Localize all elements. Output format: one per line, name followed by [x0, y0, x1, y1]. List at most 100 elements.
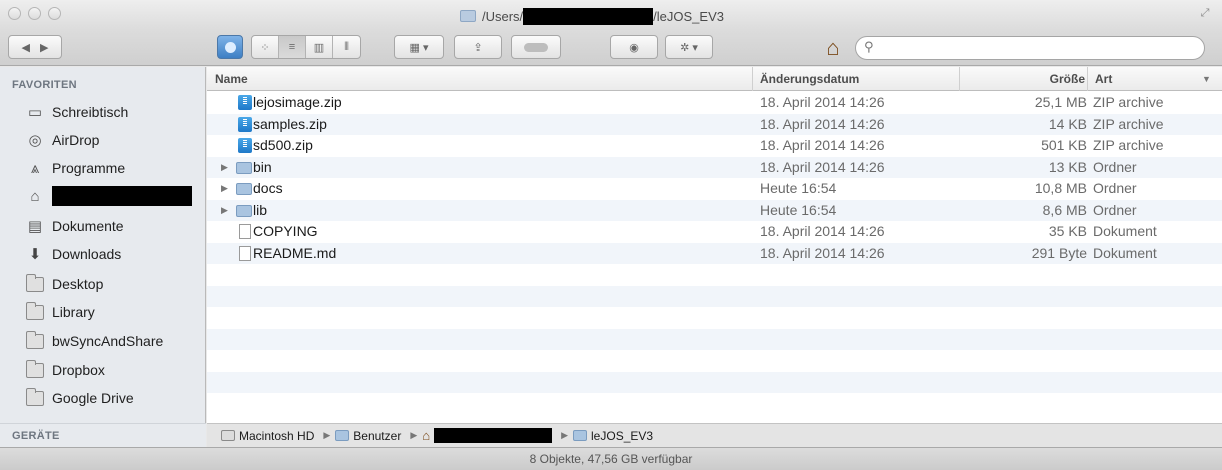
disclosure-triangle-icon[interactable]: ▶ [221, 205, 228, 216]
column-date[interactable]: Änderungsdatum [760, 72, 859, 86]
path-label: Benutzer [353, 428, 402, 443]
sidebar-item-downloads[interactable]: ⬇ Downloads [26, 242, 204, 266]
file-kind: Dokument [1093, 223, 1157, 239]
table-row[interactable]: ▶ bin 18. April 2014 14:26 13 KB Ordner [207, 156, 1222, 178]
airdrop-icon: ◎ [28, 131, 42, 149]
file-date: 18. April 2014 14:26 [760, 115, 885, 132]
table-row[interactable]: ▶ docs Heute 16:54 10,8 MB Ordner [207, 178, 1222, 200]
tag-icon [524, 42, 548, 52]
file-size: 35 KB [1048, 223, 1087, 239]
file-rows: lejosimage.zip 18. April 2014 14:26 25,1… [207, 92, 1222, 415]
search-icon: ⚲ [864, 39, 874, 54]
toolbar: ◀ ▶ ⁘ ≡ ▥ ⦀ ▦ ▾ ⇪ ◉ ✲ ▾ ⌂ ⚲ [0, 30, 1222, 66]
column-name[interactable]: Name [215, 72, 248, 86]
sidebar-item-google-drive[interactable]: Google Drive [26, 386, 204, 410]
finder-window: /Users/ /leJOS_EV3 ⤢ ◀ ▶ ⁘ ≡ ▥ ⦀ ▦ ▾ ⇪ ◉… [0, 0, 1222, 470]
empty-row [207, 307, 1222, 329]
minimize-button[interactable] [28, 7, 41, 20]
users-folder-icon [335, 430, 350, 441]
table-row[interactable]: lejosimage.zip 18. April 2014 14:26 25,1… [207, 92, 1222, 114]
file-name: sd500.zip [253, 137, 313, 153]
file-name: lejosimage.zip [253, 94, 342, 110]
empty-row [207, 264, 1222, 286]
file-size: 8,6 MB [1042, 201, 1087, 218]
file-size: 501 KB [1041, 137, 1087, 153]
title-suffix: /leJOS_EV3 [653, 8, 724, 24]
file-kind: ZIP archive [1093, 115, 1164, 132]
close-button[interactable] [8, 7, 21, 20]
share-button[interactable]: ⇪ [454, 35, 502, 59]
sidebar-item-label: Schreibtisch [52, 104, 129, 120]
home-icon: ⌂ [422, 428, 431, 443]
tag-button[interactable] [511, 35, 561, 59]
file-size: 25,1 MB [1034, 94, 1087, 110]
camera-icon[interactable] [217, 35, 243, 59]
folder-icon [573, 430, 588, 441]
sidebar-item-library[interactable]: Library [26, 300, 204, 324]
sidebar: FAVORITEN ▭ Schreibtisch ◎ AirDrop ⩓ Pro… [0, 67, 206, 450]
sidebar-item-home[interactable]: ⌂ [26, 184, 204, 208]
status-bar: 8 Objekte, 47,56 GB verfügbar [0, 447, 1222, 470]
file-name: bin [253, 158, 272, 175]
column-divider[interactable] [959, 67, 960, 91]
downloads-icon: ⬇ [28, 245, 42, 263]
disclosure-triangle-icon[interactable]: ▶ [221, 162, 228, 173]
file-name: README.md [253, 244, 337, 261]
path-label: Macintosh HD [239, 428, 315, 443]
home-icon[interactable]: ⌂ [818, 34, 848, 62]
sidebar-item-desktop[interactable]: Desktop [26, 272, 204, 296]
table-row[interactable]: sd500.zip 18. April 2014 14:26 501 KB ZI… [207, 135, 1222, 157]
column-view-icon[interactable]: ▥ [306, 36, 333, 58]
favorites-header: FAVORITEN [12, 79, 77, 91]
search-input[interactable]: ⚲ [855, 36, 1205, 60]
forward-icon[interactable]: ▶ [40, 41, 48, 54]
path-segment-current[interactable]: leJOS_EV3 [573, 429, 653, 443]
window-title: /Users/ /leJOS_EV3 [460, 7, 780, 25]
table-row[interactable]: COPYING 18. April 2014 14:26 35 KB Dokum… [207, 221, 1222, 243]
table-row[interactable]: ▶ lib Heute 16:54 8,6 MB Ordner [207, 199, 1222, 221]
file-list: Name Änderungsdatum Größe Art ▼ lejosima… [207, 67, 1222, 423]
folder-icon [236, 161, 252, 174]
sidebar-item-label: Library [52, 304, 95, 320]
column-header: Name Änderungsdatum Größe Art ▼ [207, 67, 1222, 91]
zoom-button[interactable] [48, 7, 61, 20]
table-row[interactable]: README.md 18. April 2014 14:26 291 Byte … [207, 242, 1222, 264]
sidebar-item-dokumente[interactable]: ▤ Dokumente [26, 214, 204, 238]
file-size: 291 Byte [1031, 244, 1087, 261]
back-icon[interactable]: ◀ [22, 41, 30, 54]
hard-disk-icon [221, 430, 235, 441]
redacted-username [52, 186, 192, 206]
sidebar-item-dropbox[interactable]: Dropbox [26, 358, 204, 382]
column-size[interactable]: Größe [967, 72, 1085, 86]
file-size: 13 KB [1048, 158, 1087, 175]
list-view-icon[interactable]: ≡ [279, 36, 306, 58]
column-kind[interactable]: Art [1095, 72, 1112, 86]
zip-file-icon [238, 95, 252, 110]
path-segment-disk[interactable]: Macintosh HD [221, 429, 314, 443]
sidebar-item-label: Downloads [52, 246, 122, 262]
action-button[interactable]: ✲ ▾ [665, 35, 713, 59]
sidebar-item-schreibtisch[interactable]: ▭ Schreibtisch [26, 100, 204, 124]
path-segment-users[interactable]: Benutzer [335, 429, 401, 443]
disclosure-triangle-icon[interactable]: ▶ [221, 183, 228, 194]
fullscreen-icon[interactable]: ⤢ [1198, 6, 1212, 20]
file-kind: ZIP archive [1093, 94, 1164, 110]
icon-view-icon[interactable]: ⁘ [252, 36, 279, 58]
folder-icon [236, 204, 252, 217]
column-divider[interactable] [752, 67, 753, 91]
sidebar-item-airdrop[interactable]: ◎ AirDrop [26, 128, 204, 152]
sidebar-item-programme[interactable]: ⩓ Programme [26, 156, 204, 180]
sort-chevron-icon[interactable]: ▼ [1202, 74, 1211, 84]
file-name: samples.zip [253, 115, 327, 132]
documents-icon: ▤ [27, 217, 43, 235]
column-divider[interactable] [1087, 67, 1088, 91]
sidebar-item-label: Google Drive [52, 390, 134, 406]
arrange-icon: ▦ ▾ [409, 41, 429, 54]
path-segment-home[interactable]: ⌂ [422, 428, 553, 443]
file-kind: Ordner [1093, 201, 1137, 218]
sidebar-item-bwsyncandshare[interactable]: bwSyncAndShare [26, 329, 204, 353]
coverflow-view-icon[interactable]: ⦀ [333, 36, 360, 58]
quicklook-button[interactable]: ◉ [610, 35, 658, 59]
table-row[interactable]: samples.zip 18. April 2014 14:26 14 KB Z… [207, 113, 1222, 135]
arrange-button[interactable]: ▦ ▾ [394, 35, 444, 59]
